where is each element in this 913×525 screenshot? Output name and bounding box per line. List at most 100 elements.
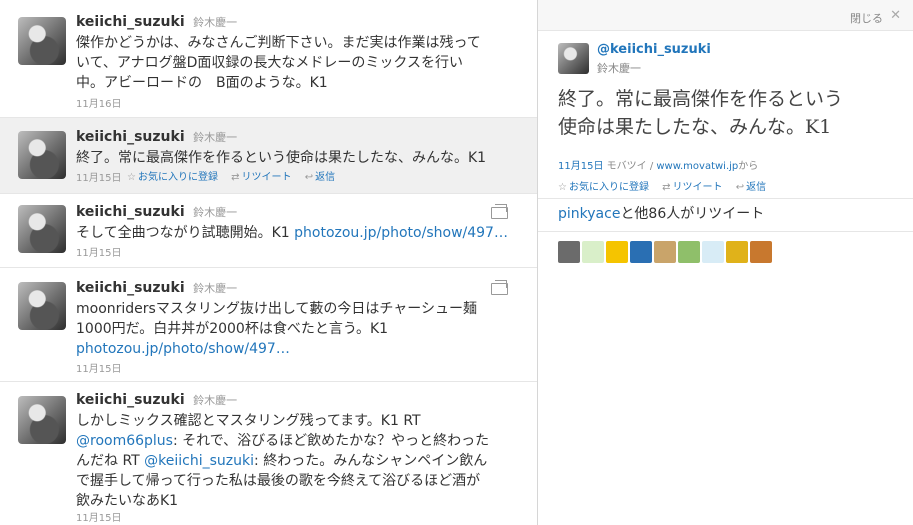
reply-action[interactable]: ↩ 返信 [305, 172, 335, 183]
avatar[interactable] [18, 396, 66, 444]
star-icon: ☆ [558, 182, 567, 193]
reply-icon: ↩ [304, 172, 314, 183]
username[interactable]: keiichi_suzuki [76, 14, 185, 30]
tweet-header: keiichi_suzuki 鈴木慶一 [76, 14, 237, 30]
tweet-timeline: keiichi_suzuki 鈴木慶一 傑作かどうかは、みなさんご判断下さい。ま… [0, 0, 537, 525]
detail-actions: ☆ お気に入りに登録 ⇄ リツイート ↩ 返信 [558, 178, 776, 193]
tweet-text-line: @room66plus: それで、浴びるほど飲めたかな？やっと終わった [76, 431, 516, 451]
tweet-date[interactable]: 11月15日 [76, 244, 121, 259]
reply-action[interactable]: ↩ 返信 [736, 182, 766, 193]
username[interactable]: keiichi_suzuki [76, 392, 185, 408]
photo-icon[interactable] [491, 204, 508, 219]
retweeter-link[interactable]: pinkyace [558, 206, 620, 222]
favorite-action[interactable]: ☆ お気に入りに登録 [127, 172, 218, 183]
photo-link[interactable]: photozou.jp/photo/show/497… [294, 225, 508, 241]
tweet-text-line: いて、アナログ盤D面収録の長大なメドレーのミックスを行い [76, 55, 463, 71]
retweeter-avatar[interactable] [606, 241, 628, 263]
tweet-text-content: : 終わった。みんなシャンペイン飲ん [254, 453, 488, 469]
tweet-item[interactable]: keiichi_suzuki 鈴木慶一 moonridersマスタリング抜け出し… [0, 268, 537, 382]
retweet-count-text[interactable]: と他86人がリツイート [620, 206, 764, 222]
retweet-action[interactable]: ⇄ リツイート [662, 182, 722, 193]
tweet-text-line: しかしミックス確認とマスタリング残ってます。K1 RT [76, 413, 421, 429]
favorite-label: お気に入りに登録 [568, 182, 649, 193]
tweet-actions: ☆ お気に入りに登録 ⇄ リツイート ↩ 返信 [127, 168, 345, 183]
retweet-label: リツイート [241, 172, 292, 183]
tweet-header: keiichi_suzuki 鈴木慶一 [76, 392, 237, 408]
username[interactable]: keiichi_suzuki [76, 129, 185, 145]
detail-text-line: 使命は果たしたな、みんな。K1 [558, 116, 832, 138]
retweet-icon: ⇄ [662, 182, 671, 193]
tweet-text-line: 飲みたいなあK1 [76, 493, 179, 509]
avatar[interactable] [18, 282, 66, 330]
reply-label: 返信 [315, 172, 336, 183]
retweet-action[interactable]: ⇄ リツイート [231, 172, 291, 183]
retweeter-avatar[interactable] [726, 241, 748, 263]
fullname: 鈴木慶一 [193, 206, 238, 219]
photo-link[interactable]: photozou.jp/photo/show/497… [76, 339, 516, 359]
tweet-text-content: : それで、浴びるほど飲めたかな？やっと終わった [172, 433, 490, 449]
avatar[interactable] [18, 205, 66, 253]
avatar[interactable] [558, 43, 589, 74]
tweet-text-line: 中。アビーロードの B面のような。K1 [76, 75, 328, 91]
tweet-header: keiichi_suzuki 鈴木慶一 [76, 280, 237, 296]
mention-link[interactable]: @room66plus [76, 433, 173, 449]
photo-icon[interactable] [491, 280, 508, 295]
retweeter-avatar[interactable] [750, 241, 772, 263]
detail-meta: 11月15日 モバツイ / www.movatwi.jpから [558, 157, 758, 172]
reply-icon: ↩ [735, 182, 745, 193]
divider [538, 198, 913, 199]
tweet-text: 傑作かどうかは、みなさんご判断下さい。まだ実は作業は残って いて、アナログ盤D面… [76, 33, 516, 93]
retweeter-avatar[interactable] [654, 241, 676, 263]
app-window: keiichi_suzuki 鈴木慶一 傑作かどうかは、みなさんご判断下さい。ま… [0, 0, 913, 525]
retweeter-avatar[interactable] [702, 241, 724, 263]
tweet-date[interactable]: 11月15日 [76, 509, 121, 524]
detail-text-line: 終了。常に最高傑作を作るという [558, 88, 844, 110]
detail-username[interactable]: @keiichi_suzuki [597, 42, 711, 57]
username[interactable]: keiichi_suzuki [76, 204, 185, 220]
divider [538, 231, 913, 232]
via-link[interactable]: www.movatwi.jp [656, 161, 738, 172]
avatar[interactable] [18, 17, 66, 65]
retweeter-avatar[interactable] [582, 241, 604, 263]
tweet-item[interactable]: keiichi_suzuki 鈴木慶一 傑作かどうかは、みなさんご判断下さい。ま… [0, 0, 537, 118]
tweet-text: 終了。常に最高傑作を作るという使命は果たしたな、みんな。K1 [76, 148, 516, 168]
close-button[interactable]: 閉じる [850, 10, 883, 26]
tweet-text-line: 1000円だ。白井丼が2000杯は食べたと言う。K1 [76, 321, 389, 337]
retweet-icon: ⇄ [231, 172, 240, 183]
fullname: 鈴木慶一 [193, 16, 238, 29]
retweet-summary: pinkyaceと他86人がリツイート [558, 203, 764, 223]
tweet-text: そして全曲つながり試聴開始。K1 photozou.jp/photo/show/… [76, 223, 516, 243]
star-icon: ☆ [127, 172, 136, 183]
username[interactable]: keiichi_suzuki [76, 280, 185, 296]
tweet-item-selected[interactable]: keiichi_suzuki 鈴木慶一 終了。常に最高傑作を作るという使命は果た… [0, 118, 537, 194]
close-icon[interactable]: ✕ [890, 8, 901, 23]
detail-tweet-text: 終了。常に最高傑作を作るという 使命は果たしたな、みんな。K1 [558, 85, 898, 141]
via-prefix: モバツイ / [606, 161, 657, 172]
detail-date[interactable]: 11月15日 [558, 161, 603, 172]
fullname: 鈴木慶一 [193, 394, 238, 407]
tweet-date[interactable]: 11月15日 [76, 360, 121, 375]
retweeter-avatar[interactable] [630, 241, 652, 263]
tweet-date[interactable]: 11月15日 [76, 169, 121, 184]
tweet-text-line: で握手して帰って行った私は最後の歌を今終えて浴びるほど酒が [76, 473, 481, 489]
tweet-date[interactable]: 11月16日 [76, 95, 121, 110]
tweet-item[interactable]: keiichi_suzuki 鈴木慶一 そして全曲つながり試聴開始。K1 pho… [0, 194, 537, 268]
favorite-action[interactable]: ☆ お気に入りに登録 [558, 182, 649, 193]
tweet-text-line: 終了。常に最高傑作を作るという使命は果たしたな、みんな。K1 [76, 150, 487, 166]
retweeter-avatar[interactable] [558, 241, 580, 263]
mention-link[interactable]: @keiichi_suzuki [144, 453, 254, 469]
avatar[interactable] [18, 131, 66, 179]
retweeter-avatar[interactable] [678, 241, 700, 263]
tweet-text: moonridersマスタリング抜け出して藪の今日はチャーシュー麺 1000円だ… [76, 299, 516, 359]
tweet-text-line: んだね RT @keiichi_suzuki: 終わった。みんなシャンペイン飲ん [76, 451, 516, 471]
tweet-header: keiichi_suzuki 鈴木慶一 [76, 204, 237, 220]
tweet-item[interactable]: keiichi_suzuki 鈴木慶一 しかしミックス確認とマスタリング残ってま… [0, 382, 537, 525]
via-suffix: から [738, 161, 759, 172]
tweet-text: しかしミックス確認とマスタリング残ってます。K1 RT @room66plus:… [76, 411, 516, 511]
tweet-text-content: んだね RT [76, 453, 145, 469]
fullname: 鈴木慶一 [193, 131, 238, 144]
reply-label: 返信 [746, 182, 767, 193]
detail-fullname: 鈴木慶一 [597, 62, 641, 75]
retweet-label: リツイート [672, 182, 723, 193]
favorite-label: お気に入りに登録 [137, 172, 218, 183]
